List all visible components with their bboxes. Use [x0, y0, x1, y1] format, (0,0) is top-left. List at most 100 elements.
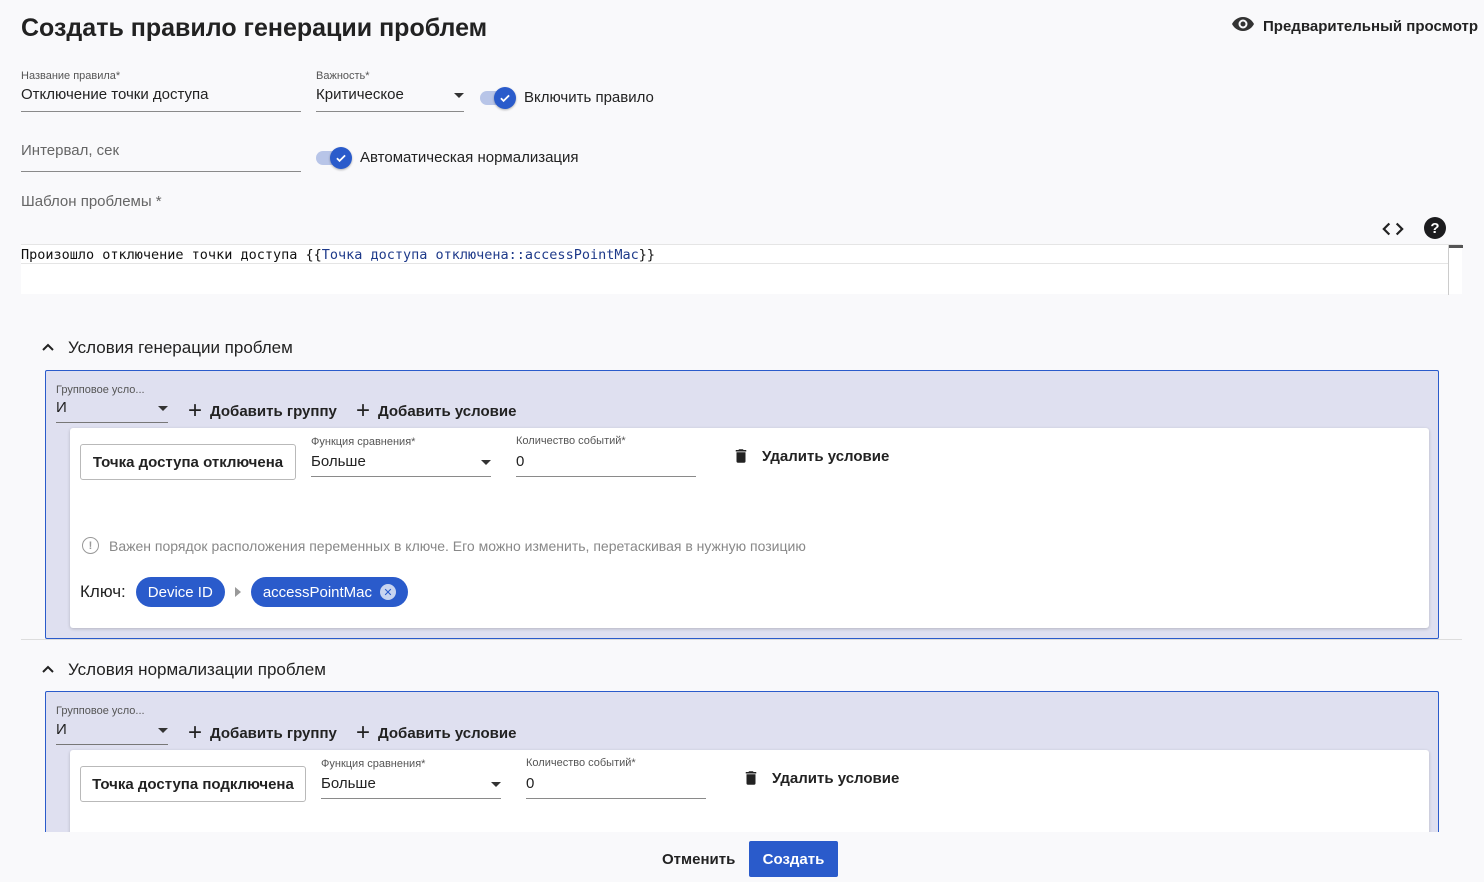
footer-bar: Отменить Создать: [0, 832, 1484, 882]
remove-chip-icon[interactable]: ✕: [380, 584, 397, 600]
add-group-button[interactable]: + Добавить группу: [188, 399, 337, 423]
chevron-up-icon: [42, 343, 54, 351]
normalization-group-panel: Групповое усло... И + Добавить группу + …: [45, 691, 1439, 870]
add-condition-label: Добавить условие: [378, 724, 517, 742]
event-count-input[interactable]: 0: [516, 453, 696, 477]
compare-function-value: Больше: [311, 453, 366, 470]
trash-icon: [745, 771, 757, 785]
page-title: Создать правило генерации проблем: [21, 14, 488, 42]
condition-card: Точка доступа отключена Функция сравнени…: [70, 428, 1429, 628]
editor-line-divider: [21, 263, 1449, 264]
event-count-label: Количество событий*: [516, 435, 626, 447]
info-icon: !: [82, 537, 99, 554]
template-prefix: Произошло отключение точки доступа {{: [21, 247, 322, 263]
plus-icon: +: [356, 397, 371, 424]
event-select-button[interactable]: Точка доступа подключена: [80, 766, 306, 802]
compare-function-value: Больше: [321, 775, 376, 792]
template-editor[interactable]: Произошло отключение точки доступа {{Точ…: [21, 244, 1463, 295]
enable-rule-label: Включить правило: [524, 89, 654, 106]
severity-value: Критическое: [316, 86, 404, 103]
arrow-right-icon: [234, 587, 241, 597]
add-condition-button[interactable]: + Добавить условие: [356, 399, 516, 423]
plus-icon: +: [188, 397, 203, 424]
key-chip-label: Device ID: [147, 583, 213, 601]
code-view-icon[interactable]: [1380, 218, 1406, 240]
plus-icon: +: [188, 719, 203, 746]
generation-section-title: Условия генерации проблем: [68, 338, 293, 357]
group-condition-label: Групповое усло...: [56, 384, 145, 396]
trash-icon: [735, 449, 747, 463]
template-code-line: Произошло отключение точки доступа {{Точ…: [21, 247, 655, 263]
chevron-down-icon: [158, 406, 168, 411]
delete-condition-label: Удалить условие: [762, 447, 890, 465]
preview-label: Предварительный просмотр: [1263, 17, 1478, 35]
check-icon: [494, 86, 516, 109]
compare-function-label: Функция сравнения*: [311, 436, 416, 448]
add-condition-label: Добавить условие: [378, 402, 517, 420]
editor-scrollbar[interactable]: [1448, 245, 1463, 295]
key-chip-label: accessPointMac: [262, 583, 373, 601]
compare-function-select[interactable]: Больше: [311, 453, 491, 477]
key-chip-access-point-mac[interactable]: accessPointMac ✕: [250, 577, 409, 607]
key-order-hint: ! Важен порядок расположения переменных …: [82, 537, 806, 554]
template-label: Шаблон проблемы *: [21, 193, 162, 210]
create-button[interactable]: Создать: [749, 841, 838, 877]
cancel-button[interactable]: Отменить: [662, 851, 735, 868]
delete-condition-button[interactable]: Удалить условие: [732, 445, 889, 467]
key-order-hint-text: Важен порядок расположения переменных в …: [109, 537, 806, 554]
group-condition-value: И: [56, 399, 67, 416]
interval-placeholder: Интервал, сек: [21, 142, 120, 159]
toggle-track: [480, 86, 516, 109]
template-variable: Точка доступа отключена::accessPointMac: [321, 247, 639, 263]
group-condition-value: И: [56, 721, 67, 738]
preview-button[interactable]: Предварительный просмотр: [1231, 12, 1478, 40]
chevron-down-icon: [481, 460, 491, 465]
delete-condition-label: Удалить условие: [772, 769, 900, 787]
group-condition-label: Групповое усло...: [56, 705, 145, 717]
auto-normalize-toggle[interactable]: Автоматическая нормализация: [316, 146, 579, 169]
severity-label: Важность*: [316, 70, 370, 82]
key-chip-device-id[interactable]: Device ID: [135, 577, 225, 607]
eye-icon: [1231, 12, 1255, 40]
key-label: Ключ:: [80, 582, 126, 601]
generation-group-panel: Групповое усло... И + Добавить группу + …: [45, 370, 1439, 639]
add-condition-button[interactable]: + Добавить условие: [356, 721, 516, 745]
generation-section-header[interactable]: Условия генерации проблем: [42, 338, 293, 358]
event-count-label: Количество событий*: [526, 757, 636, 769]
event-label: Точка доступа подключена: [92, 775, 294, 793]
help-icon[interactable]: ?: [1424, 217, 1446, 239]
group-condition-select[interactable]: И: [56, 399, 168, 423]
toggle-track: [316, 146, 352, 169]
severity-select[interactable]: Критическое: [316, 86, 464, 112]
normalization-section-header[interactable]: Условия нормализации проблем: [42, 660, 326, 680]
add-group-button[interactable]: + Добавить группу: [188, 721, 337, 745]
add-group-label: Добавить группу: [210, 402, 337, 420]
section-divider: [21, 639, 1462, 640]
delete-condition-button[interactable]: Удалить условие: [742, 767, 899, 789]
enable-rule-toggle[interactable]: Включить правило: [480, 86, 654, 109]
compare-function-label: Функция сравнения*: [321, 758, 426, 770]
key-row: Ключ: Device ID accessPointMac ✕: [80, 577, 409, 607]
auto-normalize-label: Автоматическая нормализация: [360, 149, 579, 166]
chevron-down-icon: [158, 728, 168, 733]
event-select-button[interactable]: Точка доступа отключена: [80, 444, 296, 480]
check-icon: [330, 146, 352, 169]
group-condition-select[interactable]: И: [56, 721, 168, 745]
event-label: Точка доступа отключена: [92, 453, 284, 471]
normalization-section-title: Условия нормализации проблем: [68, 660, 326, 679]
event-count-input[interactable]: 0: [526, 775, 706, 799]
event-count-value: 0: [526, 775, 535, 792]
interval-field[interactable]: Интервал, сек: [21, 142, 301, 172]
scrollbar-thumb[interactable]: [1449, 245, 1463, 248]
chevron-down-icon: [491, 782, 501, 787]
event-count-value: 0: [516, 453, 525, 470]
plus-icon: +: [356, 719, 371, 746]
rule-name-label: Название правила*: [21, 70, 121, 82]
rule-name-field[interactable]: Отключение точки доступа: [21, 86, 301, 112]
add-group-label: Добавить группу: [210, 724, 337, 742]
chevron-down-icon: [454, 93, 464, 98]
compare-function-select[interactable]: Больше: [321, 775, 501, 799]
chevron-up-icon: [42, 665, 54, 673]
rule-name-value: Отключение точки доступа: [21, 86, 209, 103]
template-suffix: }}: [638, 247, 655, 263]
